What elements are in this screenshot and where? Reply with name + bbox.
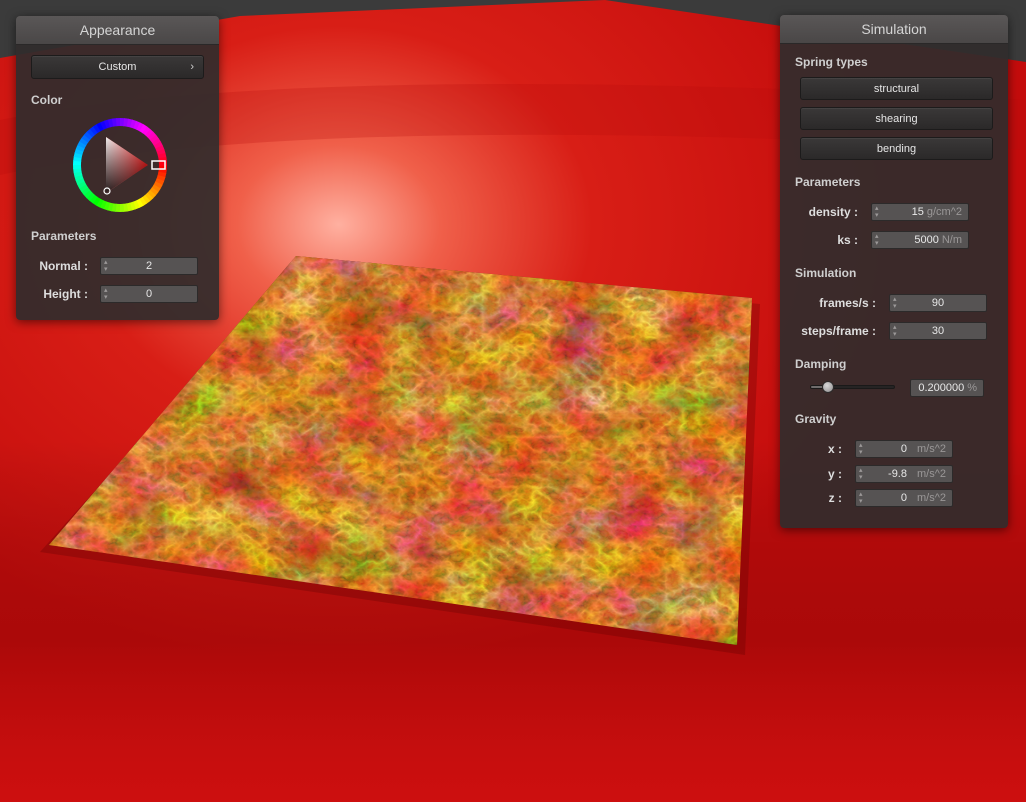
color-wheel[interactable] <box>73 118 168 212</box>
gravity-x-unit: m/s^2 <box>917 443 946 455</box>
spring-types-label: Spring types <box>795 55 868 69</box>
structural-button[interactable]: structural <box>800 77 993 100</box>
spinner-arrows-icon[interactable]: ▴ ▾ <box>875 205 882 219</box>
gravity-y-field[interactable]: ▴ ▾ -9.8 m/s^2 <box>855 465 953 483</box>
damping-unit: % <box>967 382 977 394</box>
gravity-x-value: 0 <box>900 443 907 455</box>
damping-field[interactable]: 0.200000% <box>910 379 984 397</box>
gravity-z-unit: m/s^2 <box>917 492 946 504</box>
ks-field[interactable]: ▴ ▾ 5000 N/m <box>871 231 969 249</box>
chevron-right-icon: › <box>190 61 194 73</box>
gravity-x-field[interactable]: ▴ ▾ 0 m/s^2 <box>855 440 953 458</box>
appearance-parameters-label: Parameters <box>31 229 97 243</box>
density-value: 15 <box>911 206 924 218</box>
ks-label: ks : <box>837 233 858 247</box>
density-label: density : <box>808 205 858 219</box>
gravity-y-value: -9.8 <box>888 468 907 480</box>
height-value: 0 <box>145 288 153 300</box>
gravity-y-label: y : <box>827 467 842 481</box>
steps-label: steps/frame : <box>801 324 876 338</box>
ks-value: 5000 <box>914 234 939 246</box>
gravity-x-label: x : <box>827 442 842 456</box>
ks-unit: N/m <box>941 234 962 246</box>
bending-button[interactable]: bending <box>800 137 993 160</box>
gravity-y-unit: m/s^2 <box>917 468 946 480</box>
gravity-z-value: 0 <box>900 492 907 504</box>
spinner-arrows-icon[interactable]: ▴ ▾ <box>875 233 882 247</box>
frames-field[interactable]: ▴ ▾ 90 <box>889 294 987 312</box>
steps-value: 30 <box>931 325 945 337</box>
sim-parameters-label: Parameters <box>795 175 861 189</box>
preset-label: Custom <box>98 61 137 73</box>
gravity-z-label: z : <box>828 491 842 505</box>
simulation-panel: Simulation Spring types structural shear… <box>780 15 1008 528</box>
height-label: Height : <box>43 287 88 301</box>
simulation-title[interactable]: Simulation <box>780 15 1008 44</box>
damping-label: Damping <box>795 357 847 371</box>
normal-label: Normal : <box>39 259 88 273</box>
damping-value: 0.200000 <box>918 382 965 394</box>
height-field[interactable]: ▴ ▾ 0 <box>100 285 198 303</box>
color-section-label: Color <box>31 93 63 107</box>
appearance-title[interactable]: Appearance <box>16 16 219 45</box>
gravity-label: Gravity <box>795 412 837 426</box>
density-unit: g/cm^2 <box>926 206 962 218</box>
normal-value: 2 <box>145 260 153 272</box>
steps-field[interactable]: ▴ ▾ 30 <box>889 322 987 340</box>
appearance-panel: Appearance Custom › Color Parameters Nor… <box>16 16 219 320</box>
frames-label: frames/s : <box>819 296 876 310</box>
spinner-arrows-icon[interactable]: ▴ ▾ <box>859 491 866 505</box>
gravity-z-field[interactable]: ▴ ▾ 0 m/s^2 <box>855 489 953 507</box>
density-field[interactable]: ▴ ▾ 15 g/cm^2 <box>871 203 969 221</box>
spinner-arrows-icon[interactable]: ▴ ▾ <box>859 467 866 481</box>
damping-slider[interactable] <box>810 381 895 393</box>
normal-field[interactable]: ▴ ▾ 2 <box>100 257 198 275</box>
frames-value: 90 <box>931 297 945 309</box>
preset-dropdown[interactable]: Custom › <box>31 55 204 79</box>
simulation-section-label: Simulation <box>795 266 857 280</box>
shearing-button[interactable]: shearing <box>800 107 993 130</box>
spinner-arrows-icon[interactable]: ▴ ▾ <box>859 442 866 456</box>
damping-slider-knob[interactable] <box>821 381 834 393</box>
